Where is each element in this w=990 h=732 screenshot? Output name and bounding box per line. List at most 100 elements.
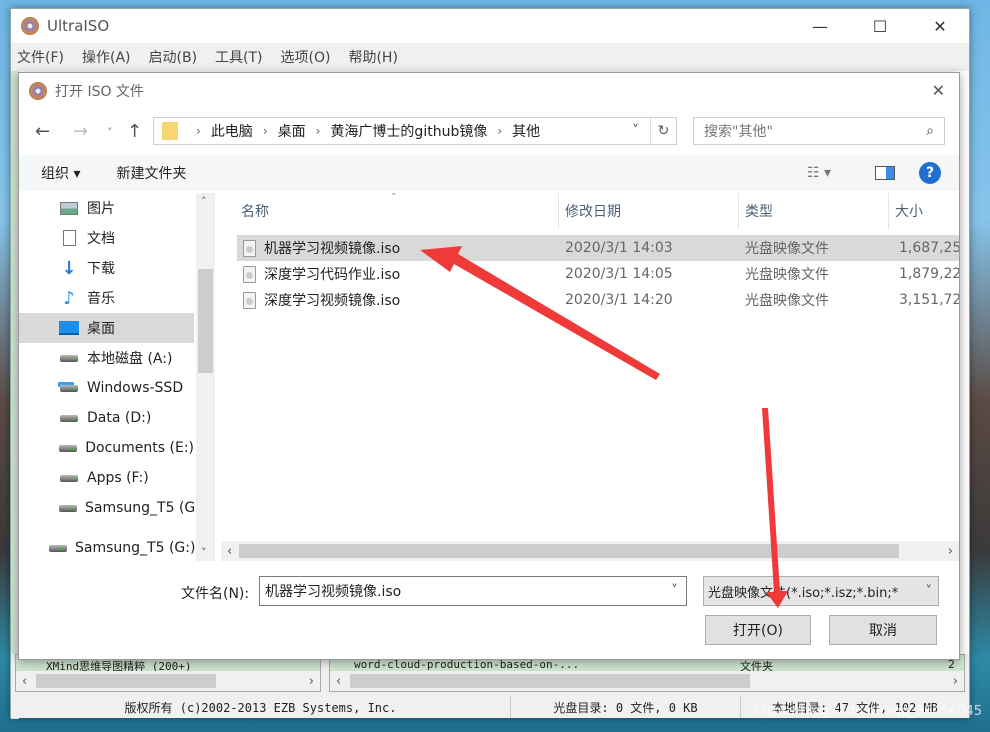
preview-pane-icon[interactable] xyxy=(875,166,895,180)
file-size: 1,687,25 xyxy=(899,240,959,256)
nav-item[interactable]: 桌面 xyxy=(19,313,194,343)
nav-item-label: Data (D:) xyxy=(87,410,152,426)
breadcrumb-github-mirror[interactable]: 黄海广博士的github镜像 xyxy=(330,121,487,141)
file-size: 3,151,72 xyxy=(899,292,959,308)
menu-options[interactable]: 选项(O) xyxy=(281,47,331,67)
watermark: https://blog.csdn.net/qq_36456045 xyxy=(753,704,982,719)
drive-icon xyxy=(59,440,78,456)
file-date: 2020/3/1 14:20 xyxy=(565,292,673,308)
nav-item[interactable]: 本地磁盘 (A:) xyxy=(19,343,194,373)
nav-item[interactable]: ♪ 音乐 xyxy=(19,283,194,313)
nav-item-label: 下载 xyxy=(87,261,115,277)
tree-hscrollbar[interactable]: ‹ › xyxy=(16,671,320,691)
maximize-button[interactable]: ☐ xyxy=(857,9,903,43)
nav-vscrollbar[interactable]: ˄ ˅ xyxy=(196,193,215,561)
app-title: UltraISO xyxy=(47,17,110,35)
address-bar[interactable]: › 此电脑 › 桌面 › 黄海广博士的github镜像 › 其他 ˅ ↻ xyxy=(153,117,677,145)
search-placeholder: 搜索"其他" xyxy=(704,124,773,140)
command-bar: 组织 ▾ 新建文件夹 ☷ ▾ ? xyxy=(19,155,959,191)
iso-file-icon xyxy=(243,239,256,257)
menu-help[interactable]: 帮助(H) xyxy=(348,47,397,67)
desktop-icon xyxy=(59,320,79,336)
open-button[interactable]: 打开(O) xyxy=(705,615,811,645)
drive-icon xyxy=(59,470,79,486)
nav-item[interactable]: ↓ 下载 xyxy=(19,253,194,283)
column-type[interactable]: 类型 xyxy=(739,193,889,229)
file-type-value: 光盘映像文件(*.iso;*.isz;*.bin;* xyxy=(708,585,899,601)
address-row: ← → ˅ ↑ › 此电脑 › 桌面 › 黄海广博士的github镜像 › 其他 ˅ ↻… xyxy=(19,109,959,153)
local-browser-pane: XMind思维导图精粹 (200+) ‹ › word-cloud-product… xyxy=(11,654,969,696)
back-arrow-icon[interactable]: ← xyxy=(35,121,50,142)
nav-item[interactable]: Apps (F:) xyxy=(19,463,194,493)
up-arrow-icon[interactable]: ↑ xyxy=(127,121,142,142)
file-row[interactable]: 机器学习视频镜像.iso 2020/3/1 14:03 光盘映像文件 1,687… xyxy=(237,235,959,261)
refresh-icon[interactable]: ↻ xyxy=(650,118,676,144)
nav-item-label: Windows-SSD xyxy=(87,380,184,396)
breadcrumb-this-pc[interactable]: 此电脑 xyxy=(211,121,253,141)
organize-button[interactable]: 组织 ▾ xyxy=(41,163,80,183)
nav-item-label: Apps (F:) xyxy=(87,470,149,486)
breadcrumb-desktop[interactable]: 桌面 xyxy=(278,121,306,141)
ultraiso-logo-icon xyxy=(29,82,47,100)
filename-value: 机器学习视频镜像.iso xyxy=(265,584,402,600)
nav-item-label: 桌面 xyxy=(87,321,115,337)
menu-action[interactable]: 操作(A) xyxy=(82,47,131,67)
file-list-hscrollbar[interactable]: ‹ › xyxy=(221,541,959,561)
menu-boot[interactable]: 启动(B) xyxy=(149,47,198,67)
search-icon: ⌕ xyxy=(926,123,934,139)
close-button[interactable]: ✕ xyxy=(917,9,963,43)
nav-item-label: Documents (E:) xyxy=(85,440,194,456)
file-name-text: 深度学习视频镜像.iso xyxy=(264,293,401,309)
file-date: 2020/3/1 14:03 xyxy=(565,240,673,256)
app-title-bar: UltraISO — ☐ ✕ xyxy=(11,9,969,43)
documents-icon xyxy=(59,230,79,246)
windows-drive-icon xyxy=(59,380,79,396)
minimize-button[interactable]: — xyxy=(797,9,843,43)
nav-item[interactable]: Windows-SSD xyxy=(19,373,194,403)
filename-dropdown-icon[interactable]: ˅ xyxy=(671,583,678,599)
drive-icon xyxy=(49,540,67,556)
cancel-button[interactable]: 取消 xyxy=(829,615,937,645)
address-dropdown-icon[interactable]: ˅ xyxy=(632,123,639,139)
folder-icon xyxy=(162,122,178,140)
iso-file-icon xyxy=(243,291,256,309)
column-date[interactable]: 修改日期 xyxy=(559,193,739,229)
nav-item-label: 文档 xyxy=(87,231,115,247)
nav-item-label: Samsung_T5 (G:) xyxy=(75,540,196,556)
nav-item-label: 本地磁盘 (A:) xyxy=(87,351,173,367)
file-type-select[interactable]: 光盘映像文件(*.iso;*.isz;*.bin;* ˅ xyxy=(703,576,939,606)
file-row[interactable]: 深度学习视频镜像.iso 2020/3/1 14:20 光盘映像文件 3,151… xyxy=(237,287,959,313)
nav-item[interactable]: Samsung_T5 (G xyxy=(19,493,195,523)
drive-icon xyxy=(59,350,79,366)
file-name: 深度学习代码作业.iso xyxy=(243,261,400,287)
file-row[interactable]: 深度学习代码作业.iso 2020/3/1 14:05 光盘映像文件 1,879… xyxy=(237,261,959,287)
filename-label: 文件名(N): xyxy=(181,586,250,602)
view-options-icon[interactable]: ☷ ▾ xyxy=(807,165,831,181)
filename-input[interactable]: 机器学习视频镜像.iso ˅ xyxy=(259,576,687,606)
drive-icon xyxy=(59,410,79,426)
file-list: ˄ 名称 修改日期 类型 大小 机器学习视频镜像.iso 2020/3/1 14… xyxy=(221,193,959,539)
nav-item[interactable]: Data (D:) xyxy=(19,403,194,433)
nav-item[interactable]: 文档 xyxy=(19,223,194,253)
help-icon[interactable]: ? xyxy=(919,162,941,184)
nav-item[interactable]: Samsung_T5 (G:) xyxy=(19,533,196,561)
nav-item[interactable]: 图片 xyxy=(19,193,194,223)
recent-chevron-icon[interactable]: ˅ xyxy=(107,126,113,139)
menu-file[interactable]: 文件(F) xyxy=(17,47,64,67)
breadcrumb-other[interactable]: 其他 xyxy=(512,121,540,141)
status-disc-dir: 光盘目录: 0 文件, 0 KB xyxy=(511,696,741,718)
file-type: 光盘映像文件 xyxy=(745,293,829,309)
nav-item[interactable]: Documents (E:) xyxy=(19,433,194,463)
column-name[interactable]: 名称 xyxy=(235,193,559,229)
forward-arrow-icon[interactable]: → xyxy=(73,121,88,142)
menu-bar: 文件(F) 操作(A) 启动(B) 工具(T) 选项(O) 帮助(H) xyxy=(11,43,969,71)
nav-item-label: 音乐 xyxy=(87,291,115,307)
search-input[interactable]: 搜索"其他" ⌕ xyxy=(693,117,945,145)
column-size[interactable]: 大小 xyxy=(889,193,959,229)
download-icon: ↓ xyxy=(61,257,77,279)
file-date: 2020/3/1 14:05 xyxy=(565,266,673,282)
list-hscrollbar[interactable]: ‹ › xyxy=(330,671,964,691)
dialog-close-button[interactable]: ✕ xyxy=(932,81,945,100)
menu-tools[interactable]: 工具(T) xyxy=(215,47,262,67)
new-folder-button[interactable]: 新建文件夹 xyxy=(116,163,186,183)
